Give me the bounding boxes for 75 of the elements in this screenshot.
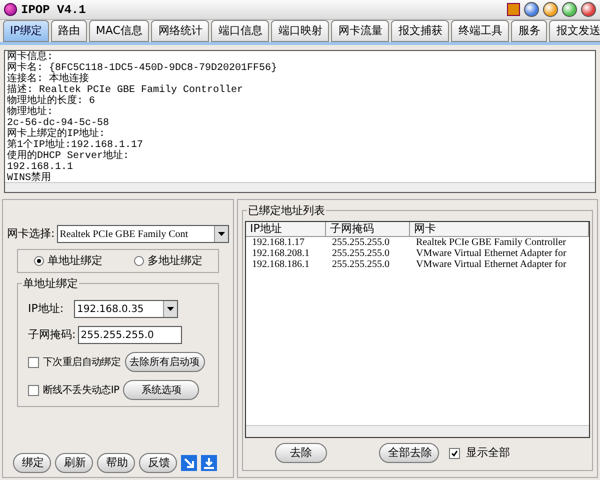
horizontal-scrollbar[interactable] [246,425,589,437]
remove-button[interactable]: 去除 [275,443,327,463]
app-icon [4,3,17,16]
checkbox[interactable] [28,384,39,396]
caret-icon [167,307,174,311]
mode-radio[interactable]: 多地址绑定 [134,252,202,270]
restore-button[interactable] [562,2,577,17]
window-title: IPOP V4.1 [21,2,86,18]
ip-value: 192.168.0.35 [77,302,145,316]
ip-label: IP地址: [28,300,65,317]
info-line: 192.168.1.1 [7,162,74,173]
table-cell-text: Realtek PCIe GBE Family Controller [415,237,567,248]
maximize-button[interactable] [543,2,558,17]
mode-radio[interactable]: 单地址绑定 [34,252,102,270]
tab[interactable]: 终端工具 [451,20,510,42]
tab[interactable]: 端口映射 [271,20,330,42]
tab[interactable]: 报文捕获 [391,20,450,42]
checkbox[interactable] [28,356,39,368]
info-line: 网卡上绑定的IP地址: [7,129,106,140]
info-line: 网卡名: {8FC5C118-1DC5-450D-9DC8-79D20201FF56} [7,63,278,74]
tab[interactable]: 服务 [511,20,548,42]
tab[interactable]: 端口信息 [211,20,270,42]
tab[interactable]: 网卡流量 [331,20,390,42]
adapter-dropdown[interactable]: Realtek PCIe GBE Family Cont [56,225,229,243]
table-cell-text: 192.168.1.17 [251,237,306,248]
ip-dropdown[interactable]: 192.168.0.35 [74,300,178,318]
dropdown-button[interactable] [214,226,228,242]
tab[interactable]: 网络统计 [151,20,210,42]
action-button[interactable]: 反馈 [139,453,177,473]
info-line: 描述: Realtek PCIe GBE Family Controller [7,85,244,96]
table-cell-text: 192.168.186.1 [251,259,310,270]
action-button[interactable]: 绑定 [13,453,51,473]
table-cell-text: 192.168.208.1 [251,248,310,259]
checkbox[interactable] [449,448,460,458]
tab[interactable]: 路由 [50,20,87,42]
action-button[interactable]: 帮助 [97,453,135,473]
column-header[interactable]: 网卡 [410,222,589,236]
table-cell-text: 255.255.255.0 [331,248,390,259]
download-icon[interactable] [201,455,217,471]
info-text-area[interactable] [4,50,596,193]
info-line: 物理地址: [7,107,54,118]
table-cell-text: 255.255.255.0 [331,259,390,270]
mask-label: 子网掩码: [28,326,76,343]
info-line: 第1个IP地址:192.168.1.17 [7,140,144,151]
info-line: 2c-56-dc-94-5c-58 [7,118,110,129]
table-cell-text: 255.255.255.0 [331,237,390,248]
caret-icon [218,232,225,236]
arrow-down-right-icon[interactable] [181,455,197,471]
minimize-button[interactable] [524,2,539,17]
info-line: 网卡信息: [7,52,54,63]
mask-field[interactable]: 255.255.255.0 [78,326,182,344]
horizontal-scrollbar[interactable] [5,182,595,192]
pin-icon[interactable] [507,3,520,16]
info-line: WINS禁用 [7,173,52,182]
adapter-value: Realtek PCIe GBE Family Cont [60,228,190,242]
adapter-label: 网卡选择: [7,226,55,242]
column-header[interactable]: IP地址 [246,222,326,236]
option-button[interactable]: 去除所有启动项 [124,352,205,372]
tab[interactable]: MAC信息 [88,20,150,42]
tab[interactable]: IP绑定 [3,20,49,42]
table-cell-text: VMware Virtual Ethernet Adapter for [415,259,568,270]
close-button[interactable] [581,2,596,17]
remove-all-button[interactable]: 全部去除 [379,443,439,463]
tab[interactable]: 报文发送 [549,20,600,42]
info-line: 使用的DHCP Server地址: [7,151,130,162]
option-label: 断线不丢失动态IP [43,384,120,398]
option-button[interactable]: 系统选项 [123,380,200,400]
option-label: 下次重启自动绑定 [43,356,121,370]
info-line: 连接名: 本地连接 [7,74,90,85]
column-header[interactable]: 子网掩码 [326,222,410,236]
dropdown-button[interactable] [163,301,177,317]
info-line: 物理地址的长度: 6 [7,96,96,107]
show-all-label: 显示全部 [466,444,510,461]
table-cell-text: VMware Virtual Ethernet Adapter for [415,248,568,259]
action-button[interactable]: 刷新 [55,453,93,473]
